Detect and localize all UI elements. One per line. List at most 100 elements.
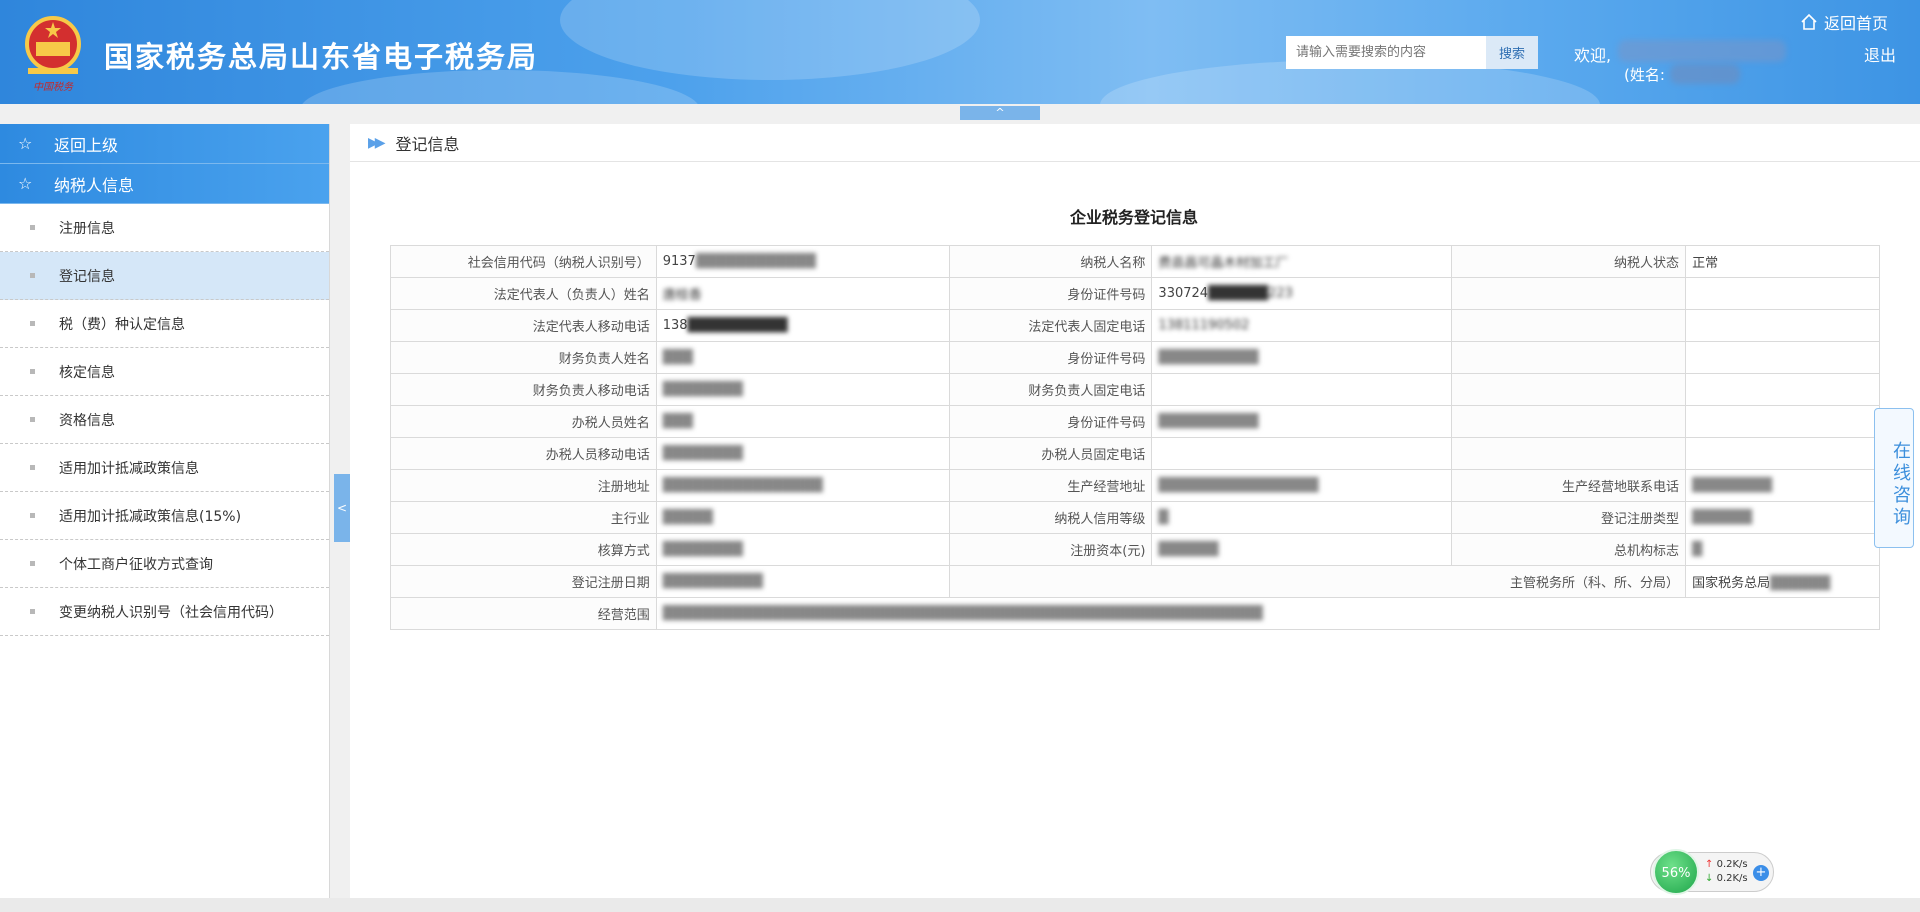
field-value: [1685, 341, 1880, 374]
redacted-value: ██████: [1158, 542, 1219, 557]
sidebar-item-assessment[interactable]: 核定信息: [0, 348, 329, 396]
field-value: [1151, 373, 1453, 406]
redacted-value: ██████: [1692, 510, 1753, 525]
field-value: █████: [655, 501, 950, 534]
redacted-user-name: [1670, 64, 1740, 84]
national-emblem-icon: 中国税务: [25, 16, 81, 92]
upload-speed-value: 0.2K/s: [1716, 859, 1748, 870]
name-label: (姓名:: [1624, 66, 1665, 84]
field-value: ████████: [1685, 469, 1880, 502]
sidebar-item-deduction-policy[interactable]: 适用加计抵减政策信息: [0, 444, 329, 492]
field-label: 财务负责人移动电话: [390, 373, 657, 406]
field-value: 正常: [1685, 245, 1880, 278]
redacted-value: ██████: [1770, 576, 1831, 591]
sidebar-back-button[interactable]: ☆ 返回上级: [0, 124, 329, 164]
sidebar-item-label: 变更纳税人识别号（社会信用代码）: [59, 604, 283, 621]
bullet-icon: [30, 513, 35, 518]
sidebar: ☆ 返回上级 ☆ 纳税人信息 注册信息 登记信息 税（费）种认定信息 核定信息 …: [0, 124, 330, 898]
table-row: 主行业 █████ 纳税人信用等级 █ 登记注册类型 ██████: [390, 501, 1880, 534]
value-text: 费县昌可晶木材加工厂: [1158, 256, 1289, 271]
cpu-percent: 56%: [1653, 849, 1699, 895]
site-title: 国家税务总局山东省电子税务局: [104, 40, 539, 74]
redacted-value: ██████████: [687, 318, 788, 333]
home-link-label: 返回首页: [1824, 14, 1889, 33]
field-label: 总机构标志: [1451, 533, 1687, 566]
field-value: ████████: [655, 373, 950, 406]
table-row: 经营范围 ███████████████████████████████████…: [390, 597, 1881, 630]
home-link[interactable]: 返回首页: [1800, 10, 1888, 34]
field-label: 法定代表人（负责人）姓名: [390, 277, 657, 310]
sidebar-item-registration[interactable]: 注册信息: [0, 204, 329, 252]
sidebar-item-record[interactable]: 登记信息: [0, 252, 329, 300]
redacted-value: █████: [662, 510, 713, 525]
value-text: 国家税务总局: [1692, 576, 1771, 591]
online-consult-button[interactable]: 在线咨询: [1874, 408, 1914, 548]
field-value: ██████████: [1151, 405, 1453, 438]
field-value: ███: [655, 341, 950, 374]
bullet-icon: [30, 273, 35, 278]
field-label: 办税人员固定电话: [948, 437, 1153, 470]
field-value: ██████████: [1151, 341, 1453, 374]
sidebar-item-change-taxpayer-id[interactable]: 变更纳税人识别号（社会信用代码）: [0, 588, 329, 636]
field-label: 纳税人信用等级: [948, 501, 1153, 534]
field-value: [1151, 437, 1453, 470]
download-speed-value: 0.2K/s: [1716, 873, 1748, 884]
collapse-header-button[interactable]: ^: [960, 106, 1040, 120]
field-value: ████████████████: [655, 469, 950, 502]
field-label: 登记注册日期: [390, 565, 657, 598]
plus-icon[interactable]: +: [1753, 865, 1769, 881]
field-value: 13811190502: [1151, 309, 1453, 342]
sidebar-collapse-button[interactable]: <: [334, 474, 350, 542]
sidebar-item-tax-type[interactable]: 税（费）种认定信息: [0, 300, 329, 348]
table-row: 登记注册日期 ██████████ 主管税务所（科、所、分局） 国家税务总局██…: [390, 565, 1880, 598]
field-value: [1685, 277, 1880, 310]
redacted-value: ████████: [1692, 478, 1773, 493]
field-value: [1685, 309, 1880, 342]
field-label: 法定代表人固定电话: [948, 309, 1153, 342]
sidebar-item-label: 税（费）种认定信息: [59, 316, 185, 333]
arrow-down-icon: ↓: [1705, 873, 1714, 884]
field-label: 纳税人名称: [948, 245, 1153, 278]
field-label: 核算方式: [390, 533, 657, 566]
field-label: 主管税务所（科、所、分局）: [948, 565, 1687, 598]
field-value: 国家税务总局██████: [1685, 565, 1880, 598]
sidebar-section-taxpayer-info[interactable]: ☆ 纳税人信息: [0, 164, 329, 204]
logout-link[interactable]: 退出: [1864, 42, 1896, 66]
redacted-value: ████████████████: [1158, 478, 1319, 493]
network-speed-widget[interactable]: 56% ↑ 0.2K/s ↓ 0.2K/s +: [1650, 849, 1774, 895]
field-label: [1451, 405, 1687, 438]
field-value: ███: [655, 405, 950, 438]
double-arrow-icon: ▶▶: [368, 134, 385, 151]
redacted-user-info: [1618, 40, 1786, 62]
field-value: 费县昌可晶木材加工厂: [1151, 245, 1453, 278]
field-label: 注册地址: [390, 469, 657, 502]
redacted-value: ████████: [662, 446, 743, 461]
field-value: [1685, 405, 1880, 438]
sidebar-item-label: 注册信息: [59, 220, 115, 237]
sidebar-item-deduction-policy-15[interactable]: 适用加计抵减政策信息(15%): [0, 492, 329, 540]
field-label: 纳税人状态: [1451, 245, 1687, 278]
table-row: 法定代表人（负责人）姓名 唐桂香 身份证件号码 330724██████223: [390, 277, 1880, 310]
field-label: 财务负责人固定电话: [948, 373, 1153, 406]
table-row: 核算方式 ████████ 注册资本(元) ██████ 总机构标志 █: [390, 533, 1880, 566]
field-label: [1451, 277, 1687, 310]
search-button[interactable]: 搜索: [1486, 36, 1538, 69]
field-label: 身份证件号码: [948, 341, 1153, 374]
field-label: 财务负责人姓名: [390, 341, 657, 374]
table-row: 注册地址 ████████████████ 生产经营地址 ███████████…: [390, 469, 1880, 502]
field-label: 社会信用代码（纳税人识别号）: [390, 245, 657, 278]
search-input[interactable]: [1286, 36, 1486, 69]
table-row: 财务负责人移动电话 ████████ 财务负责人固定电话: [390, 373, 1880, 406]
sidebar-item-label: 个体工商户征收方式查询: [59, 556, 213, 573]
main-content: ▶▶ 登记信息 企业税务登记信息 社会信用代码（纳税人识别号） 9137████…: [350, 124, 1920, 898]
sidebar-item-individual-business[interactable]: 个体工商户征收方式查询: [0, 540, 329, 588]
star-icon: ☆: [18, 174, 33, 193]
site-header: 中国税务 国家税务总局山东省电子税务局 搜索 欢迎, (姓名: 返回首页 退出: [0, 0, 1920, 104]
sidebar-item-label: 核定信息: [59, 364, 115, 381]
bullet-icon: [30, 321, 35, 326]
redacted-value: ██████223: [1208, 286, 1293, 301]
field-label: [1451, 341, 1687, 374]
bullet-icon: [30, 225, 35, 230]
sidebar-item-qualification[interactable]: 资格信息: [0, 396, 329, 444]
registration-info-table: 社会信用代码（纳税人识别号） 9137████████████ 纳税人名称 费县…: [390, 245, 1881, 630]
